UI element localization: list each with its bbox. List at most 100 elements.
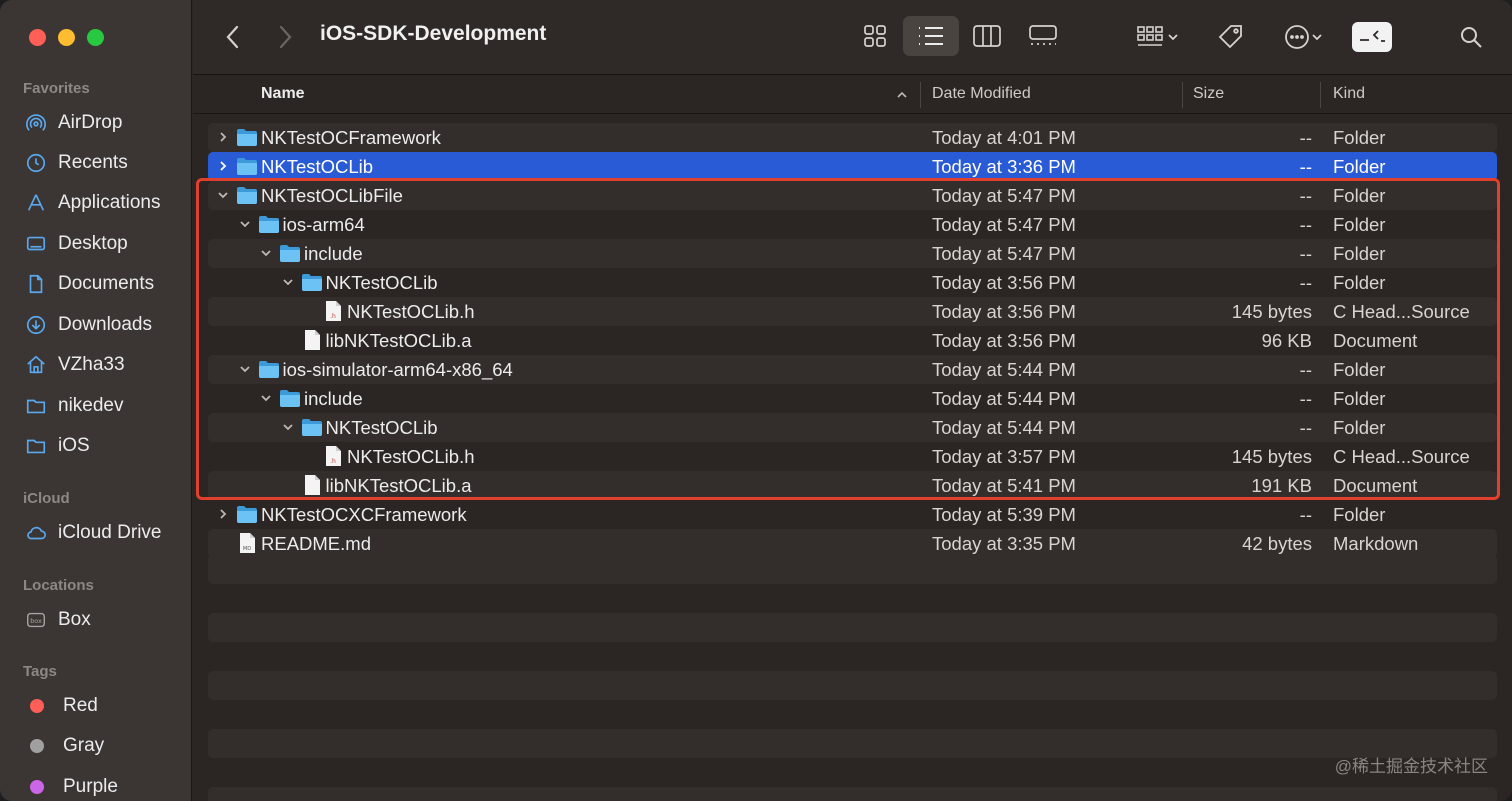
group-icon bbox=[1137, 26, 1163, 46]
sidebar-item-label: iOS bbox=[58, 435, 90, 456]
empty-row bbox=[208, 613, 1497, 642]
chevron-down-icon bbox=[1312, 34, 1322, 41]
file-kind: Markdown bbox=[1333, 533, 1419, 554]
search-icon bbox=[1461, 27, 1482, 48]
chevron-down-icon bbox=[1168, 34, 1178, 41]
desktop-icon bbox=[24, 232, 48, 256]
sidebar-item-ios[interactable]: iOS bbox=[24, 431, 90, 461]
action-menu-button[interactable] bbox=[1275, 18, 1331, 56]
table-row[interactable]: NKTestOCXCFramework Today at 5:39 PM -- Fol… bbox=[208, 500, 1497, 529]
sidebar-section-favorites: Favorites bbox=[23, 80, 90, 97]
sidebar-item-tag-purple[interactable]: Purple bbox=[24, 772, 118, 801]
folder-icon bbox=[236, 126, 258, 148]
column-divider[interactable] bbox=[920, 82, 921, 108]
terminal-extension-button[interactable] bbox=[1351, 18, 1393, 56]
file-size: -- bbox=[1299, 504, 1312, 525]
column-header-name[interactable]: Name bbox=[261, 85, 305, 103]
sidebar-item-label: Documents bbox=[58, 273, 155, 294]
back-button[interactable] bbox=[217, 18, 249, 56]
folder-icon bbox=[236, 503, 258, 525]
sidebar-item-label: Gray bbox=[63, 735, 105, 756]
sidebar-item-box[interactable]: box Box bbox=[24, 605, 91, 635]
minimize-button[interactable] bbox=[58, 29, 75, 46]
sidebar-item-home[interactable]: VZha33 bbox=[24, 350, 125, 380]
column-divider[interactable] bbox=[1182, 82, 1183, 108]
sidebar-item-label: Downloads bbox=[58, 314, 152, 335]
column-header-date[interactable]: Date Modified bbox=[932, 85, 1031, 103]
sidebar: Favorites AirDrop Recents Applications D… bbox=[0, 0, 192, 801]
empty-row bbox=[208, 787, 1497, 801]
icon-view-button[interactable] bbox=[847, 16, 903, 56]
sidebar-section-locations: Locations bbox=[23, 577, 94, 594]
file-kind: Folder bbox=[1333, 156, 1386, 177]
disclosure-collapsed-icon[interactable] bbox=[214, 128, 232, 146]
more-icon bbox=[1285, 25, 1309, 49]
document-icon bbox=[24, 272, 48, 296]
window-controls bbox=[29, 29, 104, 46]
sort-ascending-icon bbox=[897, 91, 907, 98]
search-button[interactable] bbox=[1455, 18, 1487, 56]
sidebar-item-documents[interactable]: Documents bbox=[24, 269, 154, 299]
gallery-view-button[interactable] bbox=[1015, 16, 1071, 56]
sidebar-item-tag-gray[interactable]: Gray bbox=[24, 731, 104, 761]
sidebar-item-airdrop[interactable]: AirDrop bbox=[24, 108, 122, 138]
markdown-file-icon: MD bbox=[236, 532, 258, 554]
sidebar-item-recents[interactable]: Recents bbox=[24, 148, 128, 178]
sidebar-item-desktop[interactable]: Desktop bbox=[24, 229, 128, 259]
svg-text:box: box bbox=[30, 617, 42, 625]
disclosure-collapsed-icon[interactable] bbox=[214, 157, 232, 175]
group-by-button[interactable] bbox=[1130, 18, 1186, 56]
tags-button[interactable] bbox=[1211, 18, 1251, 56]
tag-gray-dot-icon bbox=[30, 739, 44, 753]
zoom-button[interactable] bbox=[87, 29, 104, 46]
view-mode-control bbox=[847, 16, 1071, 58]
sidebar-item-tag-red[interactable]: Red bbox=[24, 691, 98, 721]
file-size: 42 bytes bbox=[1242, 533, 1312, 554]
download-icon bbox=[24, 313, 48, 337]
folder-icon bbox=[24, 394, 48, 418]
sidebar-item-label: Recents bbox=[58, 152, 128, 173]
forward-button[interactable] bbox=[269, 18, 301, 56]
tag-red-dot-icon bbox=[30, 699, 44, 713]
disclosure-collapsed-icon[interactable] bbox=[214, 505, 232, 523]
empty-row bbox=[208, 729, 1497, 758]
date-modified: Today at 3:35 PM bbox=[932, 533, 1076, 554]
column-header-kind[interactable]: Kind bbox=[1333, 85, 1365, 103]
sidebar-item-applications[interactable]: Applications bbox=[24, 188, 160, 218]
sidebar-section-tags: Tags bbox=[23, 663, 57, 680]
sidebar-item-label: nikedev bbox=[58, 395, 124, 416]
column-header-bar: Name Date Modified Size Kind bbox=[193, 76, 1512, 114]
sidebar-item-icloud-drive[interactable]: iCloud Drive bbox=[24, 518, 161, 548]
table-row[interactable]: NKTestOCFramework Today at 4:01 PM -- Folde… bbox=[208, 123, 1497, 152]
empty-row bbox=[208, 555, 1497, 584]
chevron-left-icon bbox=[226, 25, 239, 49]
date-modified: Today at 3:36 PM bbox=[932, 156, 1076, 177]
gallery-icon bbox=[1029, 25, 1057, 45]
column-view-button[interactable] bbox=[959, 16, 1015, 56]
file-name: NKTestOCFramework bbox=[261, 127, 441, 148]
sidebar-item-label: Purple bbox=[63, 776, 118, 797]
list-icon bbox=[919, 27, 943, 45]
home-icon bbox=[24, 353, 48, 377]
clock-icon bbox=[24, 151, 48, 175]
folder-icon bbox=[24, 434, 48, 458]
applications-icon bbox=[24, 191, 48, 215]
sidebar-section-icloud: iCloud bbox=[23, 490, 70, 507]
sidebar-item-downloads[interactable]: Downloads bbox=[24, 310, 152, 340]
window-title: iOS-SDK-Development bbox=[320, 22, 547, 45]
sidebar-item-nikedev[interactable]: nikedev bbox=[24, 391, 124, 421]
file-name: NKTestOCLib bbox=[261, 156, 374, 177]
chevron-right-icon bbox=[279, 25, 292, 49]
table-row[interactable]: NKTestOCLib Today at 3:36 PM -- Folder bbox=[208, 152, 1497, 181]
date-modified: Today at 4:01 PM bbox=[932, 127, 1076, 148]
sidebar-item-label: VZha33 bbox=[58, 354, 125, 375]
columns-icon bbox=[973, 25, 1001, 47]
column-divider[interactable] bbox=[1320, 82, 1321, 108]
table-row[interactable]: MD README.md Today at 3:35 PM 42 bytes Markd… bbox=[208, 529, 1497, 558]
box-icon: box bbox=[24, 608, 48, 632]
cloud-icon bbox=[24, 521, 48, 545]
close-button[interactable] bbox=[29, 29, 46, 46]
column-header-size[interactable]: Size bbox=[1193, 85, 1224, 103]
highlight-annotation-box bbox=[196, 178, 1500, 500]
list-view-button[interactable] bbox=[903, 16, 959, 56]
